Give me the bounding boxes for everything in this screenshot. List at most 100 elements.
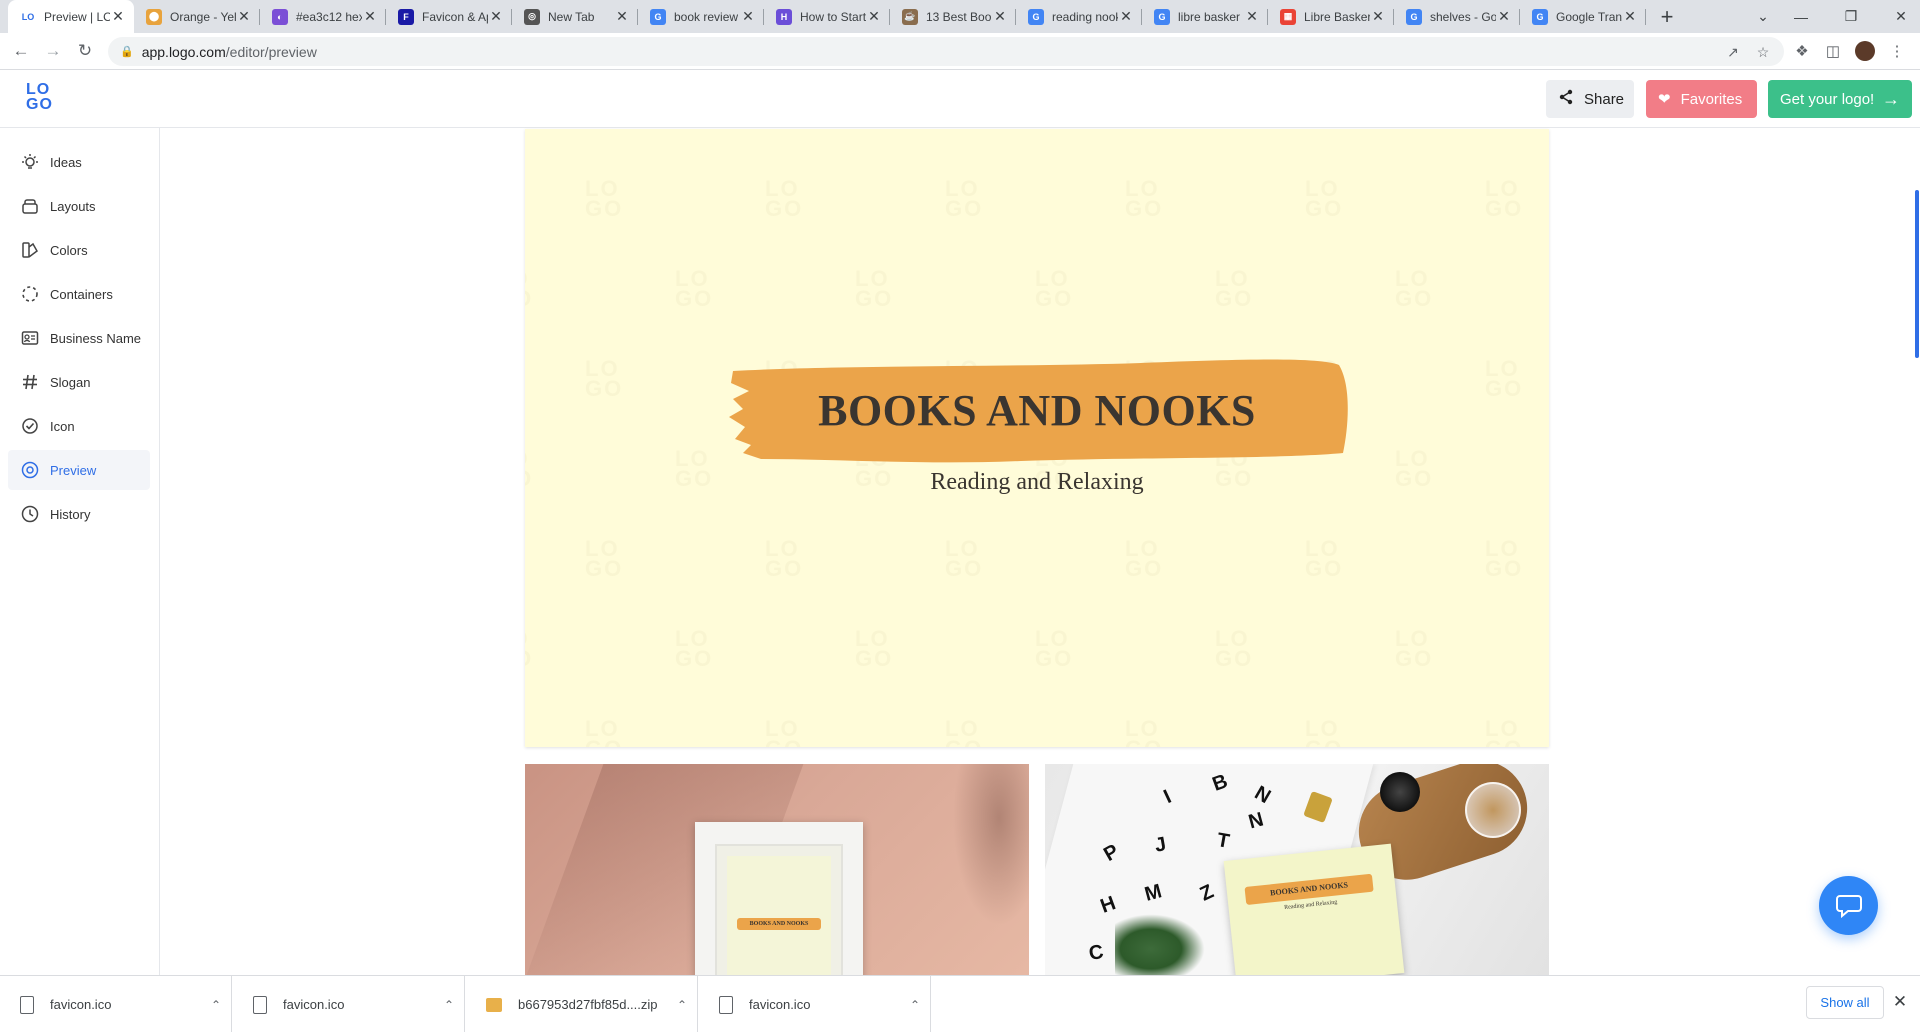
reload-icon[interactable]: ↻ bbox=[74, 40, 96, 62]
watermark-logo: LOGO bbox=[585, 536, 624, 581]
arrow-right-icon: → bbox=[1882, 88, 1900, 109]
browser-tab[interactable]: ◎ New Tab ✕ bbox=[512, 0, 638, 33]
business-name-text[interactable]: BOOKS AND NOOKS bbox=[721, 385, 1353, 436]
hash-icon bbox=[20, 372, 40, 392]
lock-icon: 🔒 bbox=[120, 46, 134, 58]
share-page-icon[interactable]: ↗ bbox=[1724, 43, 1742, 61]
browser-tab[interactable]: Gbook review ✕ bbox=[638, 0, 764, 33]
favorites-label: Favorites bbox=[1680, 90, 1743, 108]
sidebar-item-ideas[interactable]: Ideas bbox=[8, 142, 150, 182]
bookmark-star-icon[interactable]: ☆ bbox=[1754, 43, 1772, 61]
google-fonts-favicon: ▦ bbox=[1280, 8, 1296, 25]
frame-mat: BOOKS AND NOOKS bbox=[715, 844, 843, 975]
sidebar-item-preview[interactable]: Preview bbox=[8, 450, 150, 490]
side-panel-icon[interactable]: ◫ bbox=[1823, 41, 1843, 61]
drinking-glass bbox=[1465, 782, 1521, 838]
browser-tab[interactable]: Glibre basker ✕ bbox=[1142, 0, 1268, 33]
minimize-icon[interactable]: — bbox=[1778, 0, 1824, 33]
close-tab-icon[interactable]: ✕ bbox=[866, 8, 882, 25]
download-filename: b667953d27fbf85d....zip bbox=[518, 997, 658, 1012]
logo-preview-card: LO GO LO GO LO GO LO GO LO GO LO GO LO GO LO GO LO GO LO GO… bbox=[525, 129, 1549, 747]
browser-tab[interactable]: ☕ 13 Best Book ✕ bbox=[890, 0, 1016, 33]
get-your-logo-button[interactable]: Get your logo! → bbox=[1768, 80, 1912, 118]
frame-mockup[interactable]: BOOKS AND NOOKS bbox=[525, 764, 1029, 975]
browser-tab[interactable]: G Google Tran ✕ bbox=[1520, 0, 1646, 33]
favicon-generator-favicon: F bbox=[398, 8, 414, 25]
watermark-logo: LOGO bbox=[525, 448, 533, 490]
browser-tab[interactable]: F Favicon & App✕ bbox=[386, 0, 512, 33]
chevron-up-icon[interactable]: ⌃ bbox=[201, 998, 231, 1012]
browser-tab[interactable]: H How to Start ✕ bbox=[764, 0, 890, 33]
chevron-up-icon[interactable]: ⌃ bbox=[900, 998, 930, 1012]
stationery-mockup[interactable]: BNIPJTHMZNC BOOKS AND NOOKS Reading and … bbox=[1045, 764, 1549, 975]
leaf-shadow bbox=[945, 764, 1029, 944]
sidebar-item-history[interactable]: History bbox=[8, 494, 150, 534]
watermark-logo: LOGO bbox=[855, 626, 894, 671]
close-tab-icon[interactable]: ✕ bbox=[362, 8, 378, 25]
watermark-logo: LOGO bbox=[675, 446, 714, 491]
close-tab-icon[interactable]: ✕ bbox=[236, 8, 252, 25]
ink-pot bbox=[1380, 772, 1420, 812]
logo-line-1: LO bbox=[26, 81, 51, 98]
chevron-up-icon[interactable]: ⌃ bbox=[667, 998, 697, 1012]
tab-title: book review bbox=[674, 9, 739, 24]
favorites-button[interactable]: ❤ Favorites bbox=[1646, 80, 1757, 118]
close-tab-icon[interactable]: ✕ bbox=[1496, 8, 1512, 25]
page-scrollbar[interactable] bbox=[1915, 190, 1919, 358]
restore-icon[interactable]: ❐ bbox=[1828, 0, 1874, 33]
url-text: app.logo.com/editor/preview bbox=[142, 44, 317, 60]
close-tab-icon[interactable]: ✕ bbox=[1244, 8, 1260, 25]
editor-sidebar: Ideas Layouts Colors Containers Business Nam… bbox=[0, 128, 160, 975]
watermark-logo: LOGO bbox=[765, 536, 804, 581]
sidebar-item-label: Preview bbox=[50, 462, 97, 478]
sidebar-item-business-name[interactable]: Business Name bbox=[8, 318, 150, 358]
download-item[interactable]: b667953d27fbf85d....zip ⌃ bbox=[466, 976, 698, 1032]
chevron-up-icon[interactable]: ⌃ bbox=[434, 998, 464, 1012]
browser-tab[interactable]: LO Preview | LOGO✕ bbox=[8, 0, 134, 33]
watermark-logo: LOGO bbox=[1485, 536, 1524, 581]
tab-title: reading nook bbox=[1052, 9, 1118, 24]
share-button[interactable]: Share bbox=[1546, 80, 1634, 118]
download-item[interactable]: favicon.ico ⌃ bbox=[233, 976, 465, 1032]
file-icon bbox=[253, 995, 267, 1014]
logo-com-logo[interactable]: LO GO bbox=[26, 82, 60, 116]
browser-tab[interactable]: ▦ Libre Basker ✕ bbox=[1268, 0, 1394, 33]
slogan-text[interactable]: Reading and Relaxing bbox=[721, 469, 1353, 496]
watermark-logo: LOGO bbox=[585, 356, 624, 401]
clock-icon bbox=[20, 504, 40, 524]
close-window-icon[interactable]: ✕ bbox=[1878, 0, 1920, 33]
close-tab-icon[interactable]: ✕ bbox=[614, 8, 630, 25]
back-arrow-icon[interactable]: ← bbox=[10, 40, 32, 62]
extensions-puzzle-icon[interactable]: ❖ bbox=[1792, 41, 1812, 61]
close-tab-icon[interactable]: ✕ bbox=[110, 8, 126, 25]
support-chat-button[interactable] bbox=[1819, 876, 1878, 935]
sidebar-item-slogan[interactable]: Slogan bbox=[8, 362, 150, 402]
profile-avatar[interactable] bbox=[1855, 41, 1875, 61]
watermark-logo: LOGO bbox=[1215, 266, 1254, 311]
layers-icon bbox=[20, 196, 40, 216]
browser-tab[interactable]: ⬤ Orange - Yellow✕ bbox=[134, 0, 260, 33]
new-tab-plus-icon[interactable]: + bbox=[1652, 0, 1682, 33]
close-tab-icon[interactable]: ✕ bbox=[992, 8, 1008, 25]
download-item[interactable]: favicon.ico ⌃ bbox=[699, 976, 931, 1032]
close-tab-icon[interactable]: ✕ bbox=[488, 8, 504, 25]
more-menu-icon[interactable]: ⋮ bbox=[1887, 41, 1907, 61]
browser-tab[interactable]: Greading nook ✕ bbox=[1016, 0, 1142, 33]
close-tab-icon[interactable]: ✕ bbox=[740, 8, 756, 25]
address-bar[interactable]: 🔒 app.logo.com/editor/preview ↗ ☆ bbox=[108, 37, 1784, 66]
close-tab-icon[interactable]: ✕ bbox=[1622, 8, 1638, 25]
browser-tab[interactable]: ◐ #ea3c12 hex ✕ bbox=[260, 0, 386, 33]
sidebar-item-layouts[interactable]: Layouts bbox=[8, 186, 150, 226]
sidebar-item-colors[interactable]: Colors bbox=[8, 230, 150, 270]
frame-artwork: BOOKS AND NOOKS bbox=[727, 856, 831, 975]
close-tab-icon[interactable]: ✕ bbox=[1370, 8, 1386, 25]
download-item[interactable]: favicon.ico ⌃ bbox=[0, 976, 232, 1032]
browser-tab[interactable]: Gshelves - Go ✕ bbox=[1394, 0, 1520, 33]
sidebar-item-icon[interactable]: Icon bbox=[8, 406, 150, 446]
close-tab-icon[interactable]: ✕ bbox=[1118, 8, 1134, 25]
show-all-downloads-button[interactable]: Show all bbox=[1806, 986, 1884, 1019]
close-downloads-icon[interactable]: ✕ bbox=[1890, 992, 1910, 1012]
sidebar-item-containers[interactable]: Containers bbox=[8, 274, 150, 314]
forward-arrow-icon[interactable]: → bbox=[42, 40, 64, 62]
tab-title: 13 Best Book bbox=[926, 9, 992, 24]
